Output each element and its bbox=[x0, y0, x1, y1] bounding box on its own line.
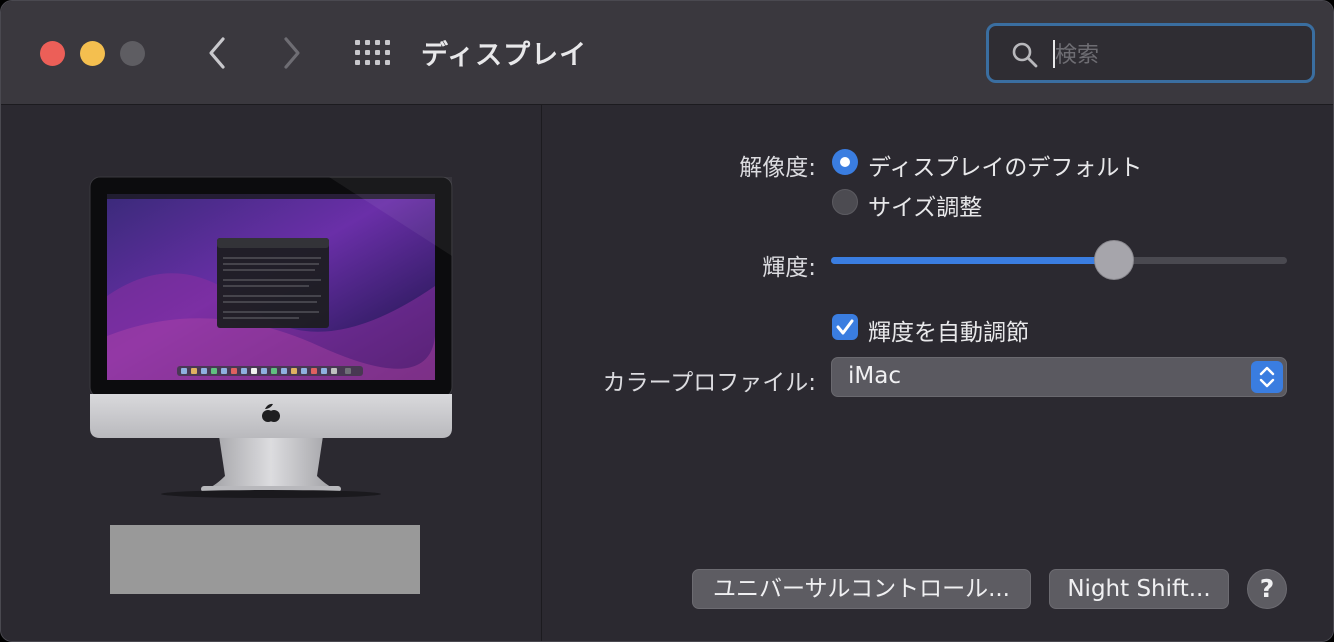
search-icon bbox=[1012, 42, 1038, 68]
night-shift-button[interactable]: Night Shift... bbox=[1049, 569, 1229, 609]
radio-scaled-resolution[interactable] bbox=[832, 189, 858, 215]
title-bar: ディスプレイ bbox=[1, 1, 1333, 105]
help-button[interactable]: ? bbox=[1247, 569, 1287, 609]
radio-default-resolution[interactable] bbox=[832, 149, 858, 175]
search-field[interactable] bbox=[986, 23, 1315, 83]
zoom-button[interactable] bbox=[120, 41, 145, 66]
color-profile-popup[interactable]: iMac bbox=[831, 357, 1287, 397]
popup-stepper-icon bbox=[1251, 361, 1283, 393]
brightness-slider-knob[interactable] bbox=[1093, 240, 1134, 280]
chevron-left-icon[interactable] bbox=[199, 33, 235, 73]
search-input[interactable] bbox=[1053, 39, 1297, 71]
brightness-label: 輝度: bbox=[762, 255, 816, 281]
grid-icon[interactable] bbox=[354, 39, 390, 67]
chevron-right-icon[interactable] bbox=[274, 33, 310, 73]
auto-brightness-checkbox[interactable] bbox=[832, 314, 858, 340]
text-cursor bbox=[1053, 40, 1055, 68]
default-resolution-label[interactable]: ディスプレイのデフォルト bbox=[868, 148, 1142, 182]
display-preview-pane bbox=[1, 105, 541, 641]
brightness-slider-fill bbox=[831, 257, 1114, 264]
brightness-slider-track[interactable] bbox=[831, 257, 1287, 264]
checkmark-icon bbox=[836, 319, 854, 335]
close-button[interactable] bbox=[40, 41, 65, 66]
scaled-resolution-label[interactable]: サイズ調整 bbox=[868, 188, 982, 222]
resolution-label: 解像度: bbox=[739, 155, 816, 181]
imac-display-image bbox=[89, 176, 453, 498]
auto-brightness-label[interactable]: 輝度を自動調節 bbox=[868, 313, 1029, 347]
display-name-placeholder bbox=[110, 525, 420, 594]
color-profile-value: iMac bbox=[848, 363, 901, 389]
color-profile-label: カラープロファイル: bbox=[602, 370, 816, 396]
window-title: ディスプレイ bbox=[421, 40, 588, 71]
minimize-button[interactable] bbox=[80, 41, 105, 66]
display-settings-pane: 解像度: ディスプレイのデフォルト サイズ調整 輝度: 輝度を自動調節 カラープ… bbox=[542, 105, 1333, 641]
universal-control-button[interactable]: ユニバーサルコントロール... bbox=[692, 569, 1031, 609]
system-preferences-window: ディスプレイ 検索 解像度: ディスプレイのデフォルト サイズ調整 輝度: 輝度… bbox=[0, 0, 1334, 642]
